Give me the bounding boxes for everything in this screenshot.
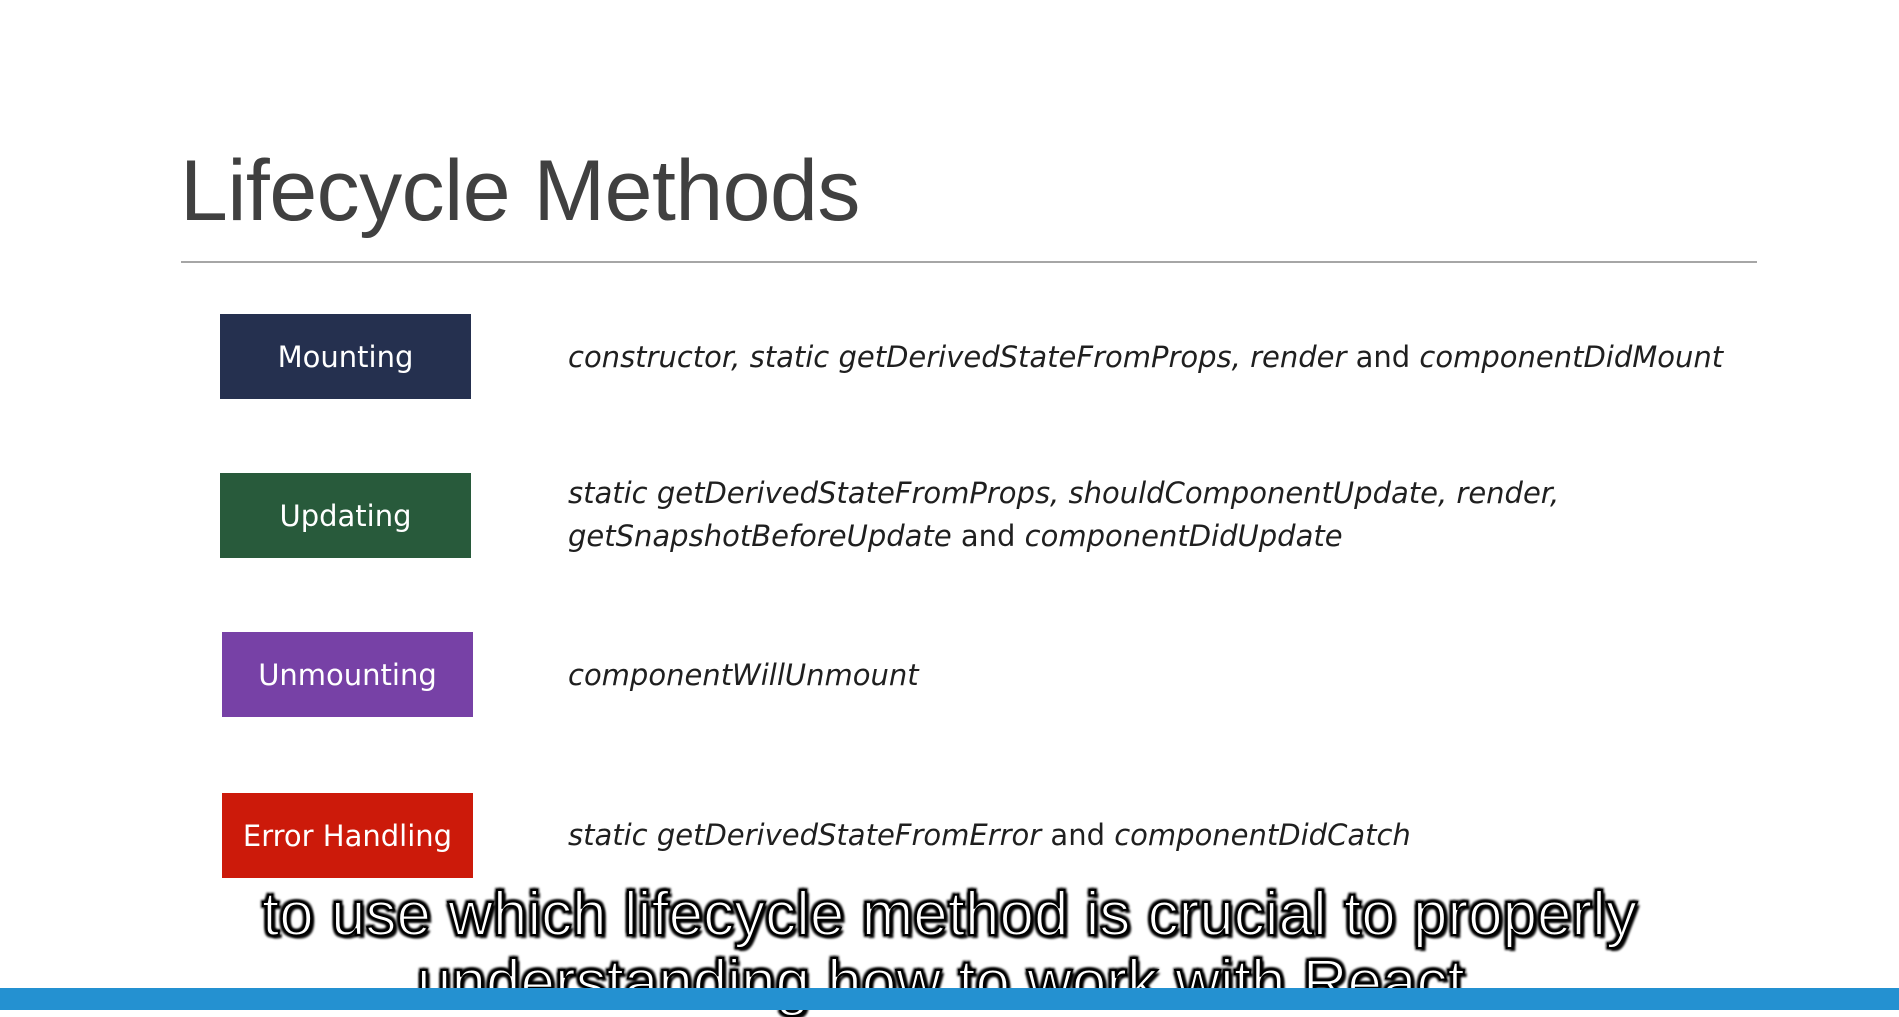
method-name: componentWillUnmount [568, 658, 919, 692]
connector-text: and [1346, 340, 1420, 374]
slide-title: Lifecycle Methods [180, 143, 860, 239]
method-name: getSnapshotBeforeUpdate [568, 519, 952, 553]
updating-methods: static getDerivedStateFromProps, shouldC… [568, 472, 1559, 558]
method-name: componentDidCatch [1114, 818, 1411, 852]
method-name: static getDerivedStateFromError [568, 818, 1042, 852]
mounting-badge: Mounting [220, 314, 471, 399]
connector-text: and [951, 519, 1025, 553]
mounting-methods: constructor, static getDerivedStateFromP… [568, 336, 1723, 379]
updating-badge: Updating [220, 473, 471, 558]
video-progress-bar[interactable] [0, 988, 1899, 1010]
slide: Lifecycle Methods Mounting constructor, … [0, 0, 1899, 1017]
unmounting-badge: Unmounting [222, 632, 473, 717]
method-name: componentDidMount [1419, 340, 1724, 374]
error-handling-badge: Error Handling [222, 793, 473, 878]
title-divider [181, 261, 1757, 263]
connector-text: and [1041, 818, 1115, 852]
error-handling-methods: static getDerivedStateFromError and comp… [568, 814, 1411, 857]
method-name: componentDidUpdate [1024, 519, 1343, 553]
method-name: static getDerivedStateFromProps, shouldC… [568, 476, 1560, 510]
method-name: constructor, static getDerivedStateFromP… [568, 340, 1347, 374]
subtitle-line-1: to use which lifecycle method is crucial… [261, 880, 1638, 949]
unmounting-methods: componentWillUnmount [568, 654, 919, 697]
